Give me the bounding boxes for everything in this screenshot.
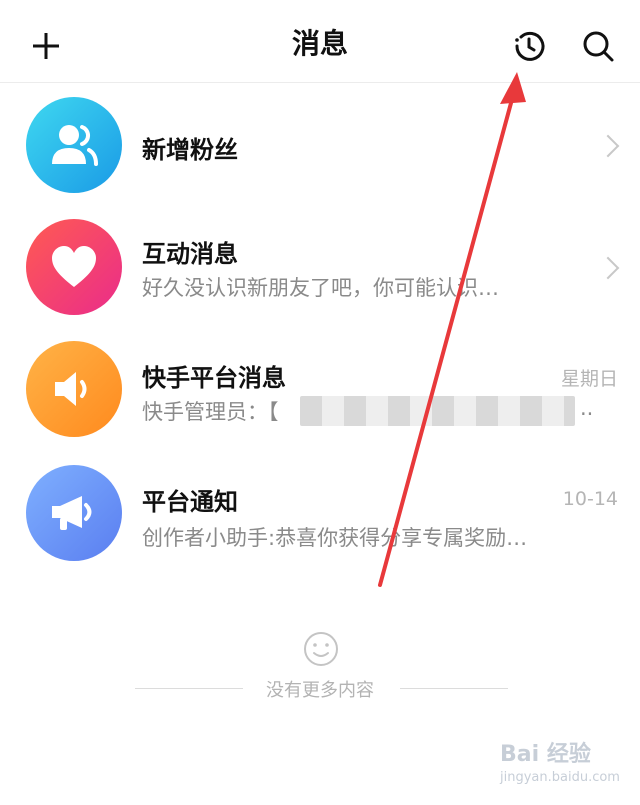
smile-icon [304,632,338,666]
row-title: 快手平台消息 [142,364,286,392]
chevron-right-icon [596,256,620,280]
redacted-text [300,396,575,426]
row-subtitle: 创作者小助手:恭喜你获得分享专属奖励… [142,526,528,550]
followers-icon [52,125,98,166]
row-subtitle: 快手管理员：【 [142,400,279,424]
watermark: Bai 经验 jingyan.baidu.com [480,730,630,800]
row-title: 平台通知 [142,488,238,516]
notices-avatar [26,465,122,561]
platform-avatar [26,341,122,437]
row-subtitle-tail: .. [580,396,594,420]
history-icon [515,31,545,61]
list-item-interactions[interactable]: 互动消息 好久没认识新朋友了吧，你可能认识… [0,212,640,322]
interactions-avatar [26,219,122,315]
list-item-notices[interactable]: 平台通知 10-14 创作者小助手:恭喜你获得分享专属奖励… [0,458,640,568]
followers-avatar [26,97,122,193]
row-title: 新增粉丝 [142,136,238,164]
list-item-platform-messages[interactable]: 快手平台消息 星期日 快手管理员：【 .. [0,334,640,444]
row-subtitle: 好久没认识新朋友了吧，你可能认识… [142,276,499,300]
speaker-icon [55,372,87,406]
search-button[interactable] [572,20,624,72]
top-bar: 消息 [0,0,640,83]
messages-screen: 消息 新增粉丝 互动消息 好久没认识新朋友了吧，你可能认识… 快手平台消息 星期… [0,0,640,805]
search-icon [583,31,614,62]
list-item-new-followers[interactable]: 新增粉丝 [0,90,640,200]
divider-right [400,688,508,689]
megaphone-icon [52,496,92,530]
row-time: 星期日 [560,368,618,390]
history-button[interactable] [503,20,555,72]
heart-icon [52,246,96,287]
no-more-content-label: 没有更多内容 [266,680,374,701]
chevron-right-icon [596,134,620,158]
watermark-logo: Bai 经验 [500,742,591,767]
row-title: 互动消息 [142,240,238,268]
row-time: 10-14 [562,488,618,510]
watermark-url: jingyan.baidu.com [500,770,620,785]
